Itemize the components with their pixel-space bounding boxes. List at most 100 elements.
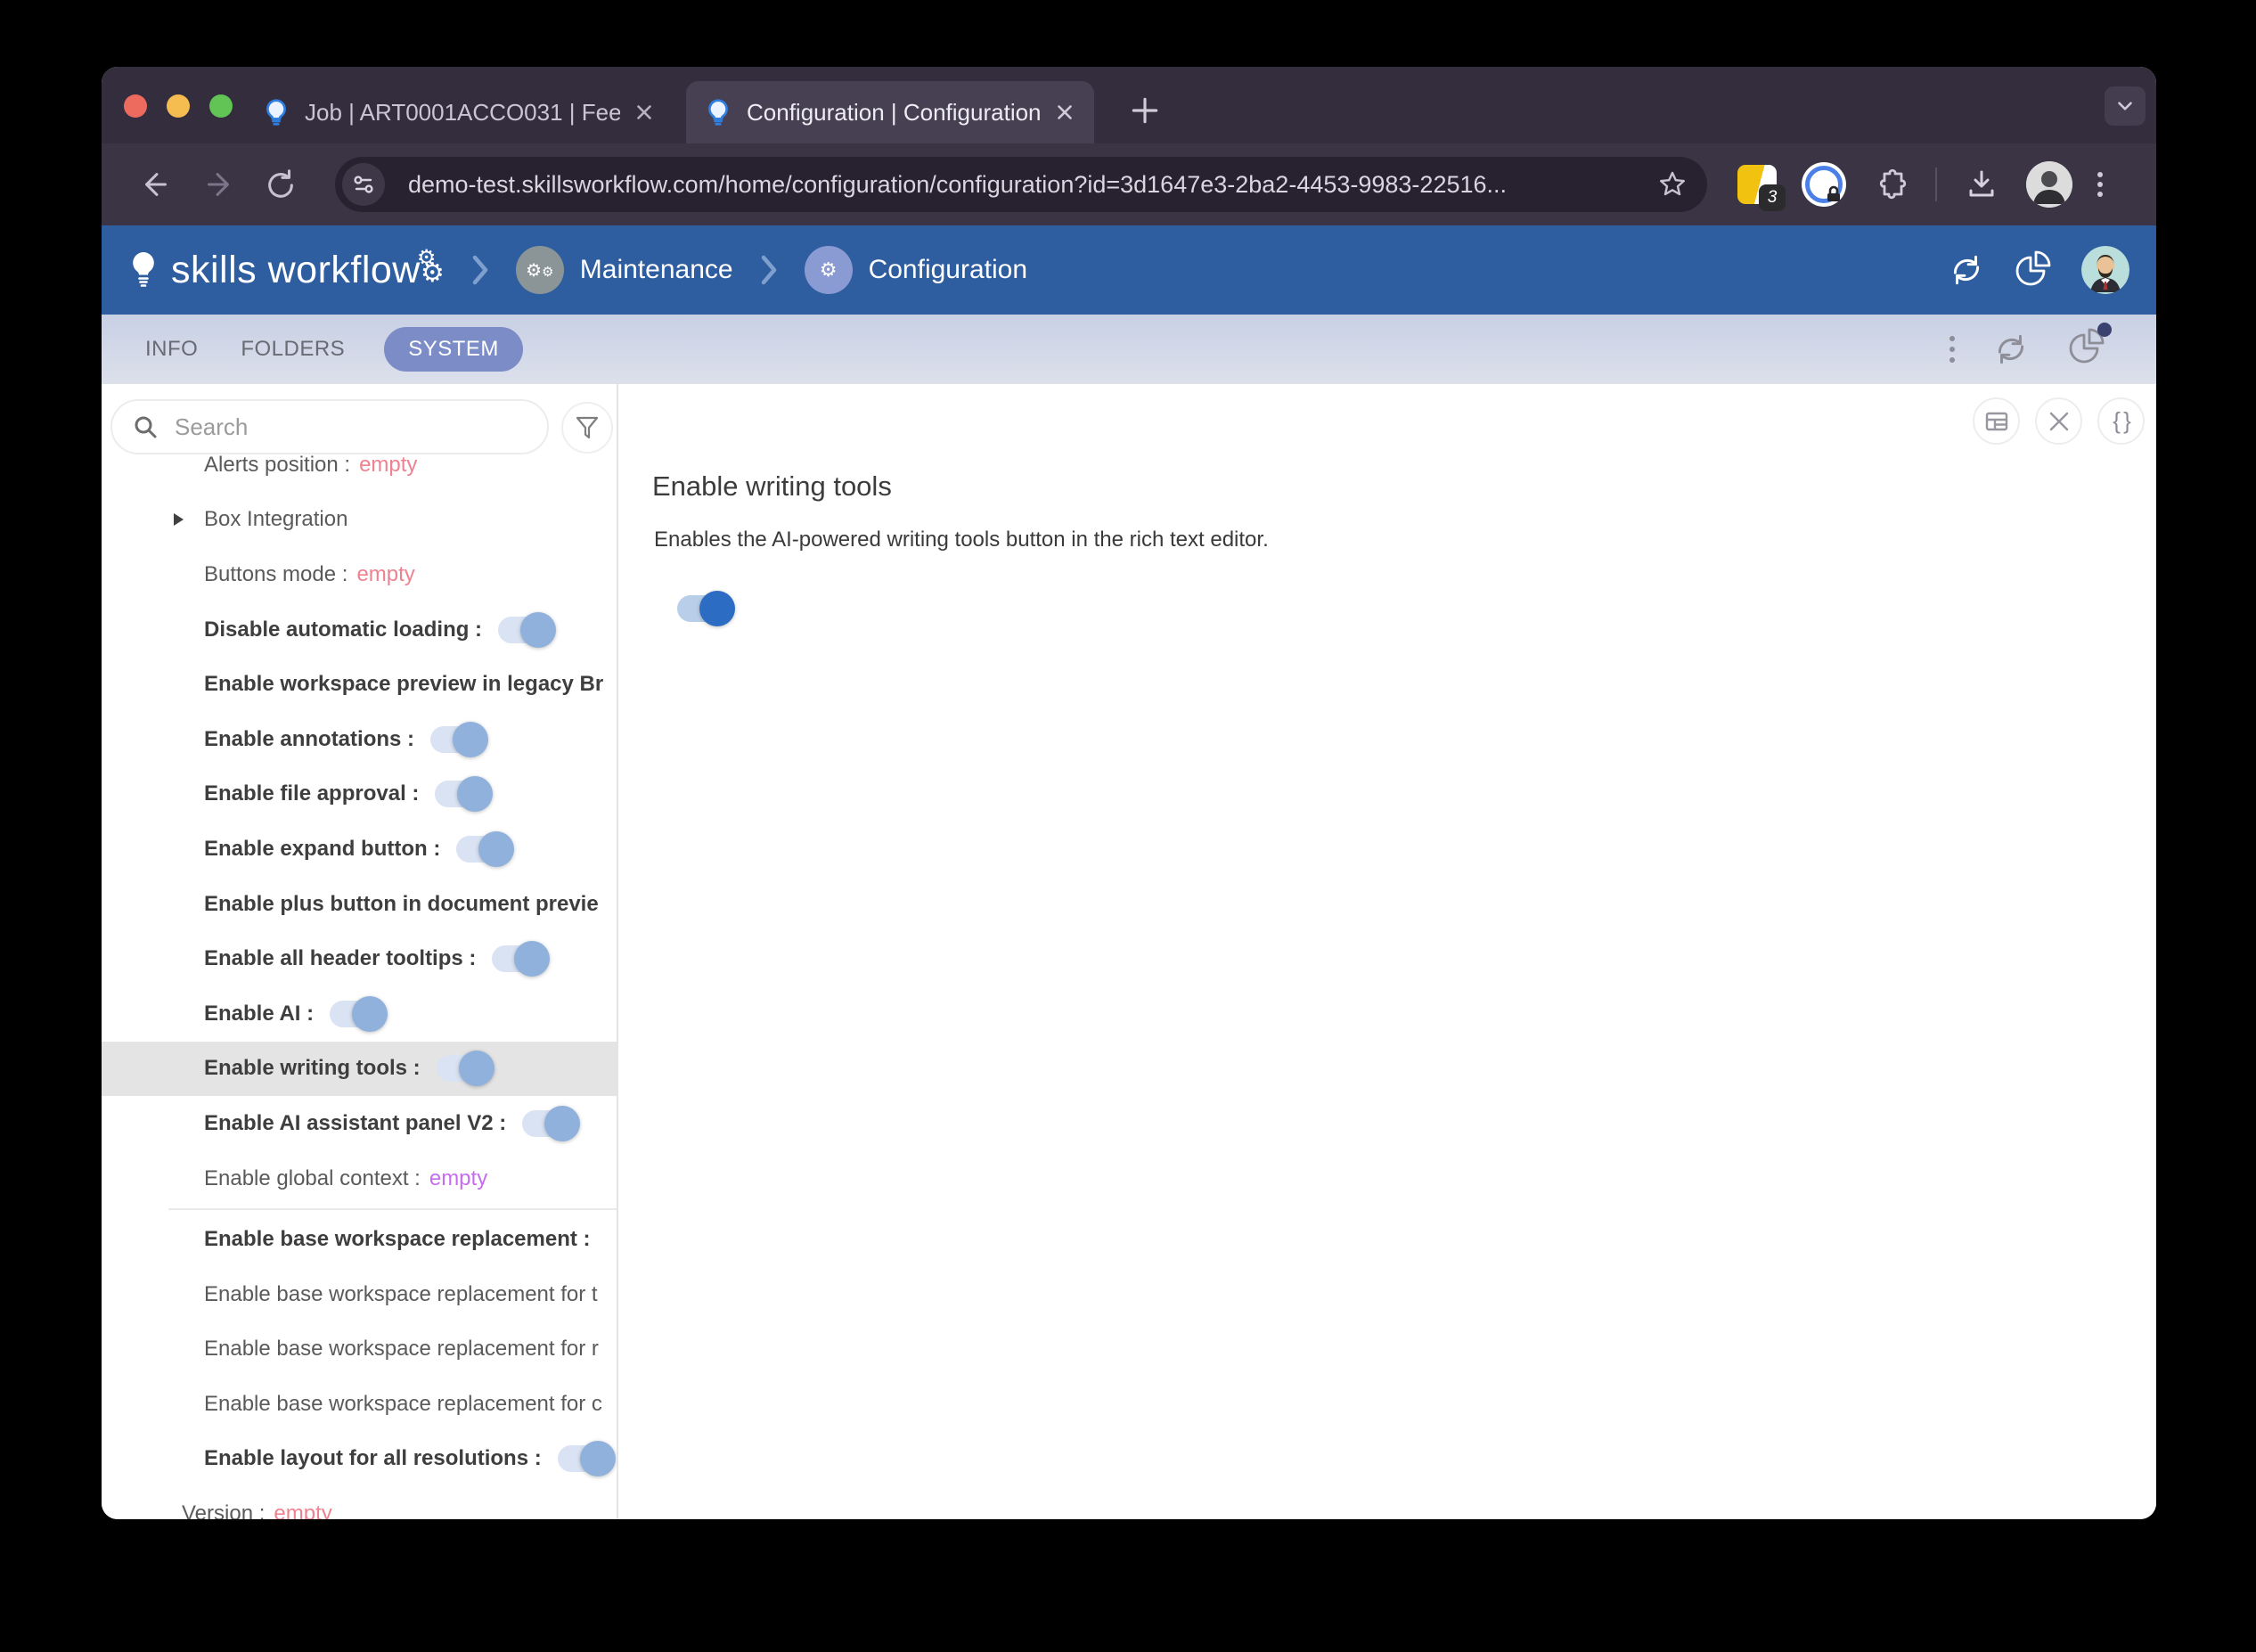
toggle-knob [520, 612, 556, 648]
config-item[interactable]: Box Integration [102, 493, 617, 548]
toggle-switch[interactable] [558, 1445, 609, 1472]
toggle-switch[interactable] [437, 1055, 488, 1082]
json-braces-button[interactable]: { } [2097, 397, 2145, 445]
site-info-icon[interactable] [342, 163, 385, 206]
config-item-label: Buttons mode : [204, 562, 347, 587]
config-item[interactable]: Enable base workspace replacement for c [102, 1377, 617, 1432]
config-item[interactable]: Enable base workspace replacement : [102, 1212, 617, 1267]
config-item[interactable]: Enable writing tools : [102, 1042, 617, 1097]
toggle-knob [580, 1441, 616, 1476]
config-item-label: Box Integration [204, 507, 347, 532]
toggle-switch[interactable] [435, 781, 486, 807]
bookmark-star-icon[interactable] [1657, 169, 1688, 200]
config-item[interactable]: Enable expand button : [102, 822, 617, 877]
config-item[interactable]: Enable plus button in document previe [102, 877, 617, 932]
config-item[interactable]: Enable all header tooltips : [102, 931, 617, 986]
browser-menu-kebab-icon[interactable] [2097, 172, 2103, 197]
toggle-switch[interactable] [492, 945, 544, 972]
breadcrumb-configuration[interactable]: ⚙ Configuration [805, 246, 1027, 294]
extension-icon-yellow[interactable]: 3 [1737, 165, 1777, 204]
back-button[interactable] [139, 168, 173, 201]
config-item[interactable]: Alerts position :empty [102, 438, 617, 493]
lightbulb-favicon-icon [704, 98, 732, 127]
config-item[interactable]: Disable automatic loading : [102, 602, 617, 658]
browser-tab-job[interactable]: Job | ART0001ACCO031 | Fee [244, 81, 674, 143]
tab-title: Job | ART0001ACCO031 | Fee [305, 99, 620, 127]
configuration-list: Alerts position :empty Box Integration But… [102, 438, 617, 1519]
config-item-label: Enable annotations : [204, 727, 414, 752]
refresh-icon[interactable] [1992, 331, 2030, 368]
toggle-switch[interactable] [430, 726, 482, 753]
configuration-sidebar: Alerts position :empty Box Integration But… [102, 384, 618, 1519]
close-tab-icon[interactable] [1053, 101, 1076, 124]
breadcrumb-maintenance[interactable]: ⚙⚙ Maintenance [516, 246, 733, 294]
extensions-puzzle-icon[interactable] [1871, 165, 1910, 204]
reload-button[interactable] [264, 168, 298, 201]
table-view-button[interactable] [1973, 397, 2020, 445]
toggle-switch[interactable] [498, 617, 550, 643]
address-bar[interactable]: demo-test.skillsworkflow.com/home/config… [335, 157, 1707, 212]
config-item-label: Alerts position : [204, 453, 350, 478]
toggle-switch[interactable] [456, 836, 508, 863]
page-content: Alerts position :empty Box Integration But… [102, 384, 2156, 1519]
config-item-label: Enable base workspace replacement for t [204, 1282, 598, 1307]
config-item-label: Enable global context : [204, 1166, 421, 1191]
url-text: demo-test.skillsworkflow.com/home/config… [408, 171, 1648, 199]
toggle-switch[interactable] [522, 1110, 574, 1137]
close-window-button[interactable] [124, 94, 147, 118]
brand-gears-icon: ⚙⚙ [417, 252, 445, 282]
pie-chart-icon[interactable] [2014, 250, 2053, 290]
sync-refresh-icon[interactable] [1948, 251, 1985, 289]
pie-chart-icon[interactable] [2067, 328, 2106, 372]
config-item-label: Enable plus button in document previe [204, 892, 599, 917]
config-item[interactable]: Version :empty [102, 1486, 617, 1519]
tab-search-chevron-icon[interactable] [2105, 86, 2146, 126]
config-item-label: Version : [182, 1501, 265, 1519]
toggle-switch[interactable] [330, 1001, 381, 1027]
config-item-label: Enable base workspace replacement for r [204, 1337, 599, 1362]
toolbar-divider [1935, 168, 1937, 201]
extensions-area: 3 [1737, 161, 2103, 208]
configuration-gear-icon: ⚙ [805, 246, 853, 294]
minimize-window-button[interactable] [167, 94, 190, 118]
notification-dot [2097, 323, 2112, 337]
tab-folders[interactable]: FOLDERS [241, 337, 345, 362]
forward-button[interactable] [201, 168, 235, 201]
tab-info[interactable]: INFO [145, 337, 198, 362]
tab-title: Configuration | Configuration [747, 99, 1041, 127]
config-item[interactable]: Enable base workspace replacement for t [102, 1267, 617, 1322]
toggle-knob [514, 941, 550, 977]
app-logo[interactable]: skills workflow ⚙⚙ [128, 249, 445, 292]
writing-tools-toggle[interactable] [677, 595, 729, 622]
tab-system[interactable]: SYSTEM [384, 327, 523, 372]
new-tab-button[interactable] [1128, 94, 1162, 127]
config-item[interactable]: Buttons mode :empty [102, 547, 617, 602]
config-item[interactable]: Enable file approval : [102, 767, 617, 822]
toggle-knob [478, 831, 514, 867]
close-tab-icon[interactable] [633, 101, 656, 124]
config-item[interactable]: Enable base workspace replacement for r [102, 1322, 617, 1378]
config-item-label: Enable layout for all resolutions : [204, 1446, 542, 1471]
config-item-label: Enable base workspace replacement : [204, 1227, 591, 1252]
config-item-label: Enable workspace preview in legacy Br [204, 672, 603, 697]
setting-title: Enable writing tools [652, 470, 2156, 503]
fullscreen-window-button[interactable] [209, 94, 233, 118]
config-item[interactable]: Enable AI : [102, 986, 617, 1042]
options-kebab-icon[interactable] [1949, 336, 1955, 363]
browser-profile-avatar[interactable] [2026, 161, 2072, 208]
browser-toolbar: demo-test.skillsworkflow.com/home/config… [102, 143, 2156, 225]
expander-triangle-icon[interactable] [174, 513, 184, 526]
config-item-label: Disable automatic loading : [204, 617, 482, 642]
close-panel-button[interactable] [2035, 397, 2082, 445]
config-item[interactable]: Enable AI assistant panel V2 : [102, 1096, 617, 1151]
password-manager-icon[interactable] [1802, 162, 1846, 207]
downloads-button[interactable] [1962, 165, 2001, 204]
config-item[interactable]: Enable layout for all resolutions : [102, 1432, 617, 1487]
browser-window: Job | ART0001ACCO031 | Fee Configuration… [102, 67, 2156, 1519]
config-item[interactable]: Enable workspace preview in legacy Br [102, 657, 617, 712]
user-avatar[interactable] [2081, 246, 2129, 294]
config-item-label: Enable file approval : [204, 781, 419, 806]
browser-tab-configuration[interactable]: Configuration | Configuration [686, 81, 1094, 143]
config-item[interactable]: Enable global context :empty [102, 1151, 617, 1206]
config-item[interactable]: Enable annotations : [102, 712, 617, 767]
